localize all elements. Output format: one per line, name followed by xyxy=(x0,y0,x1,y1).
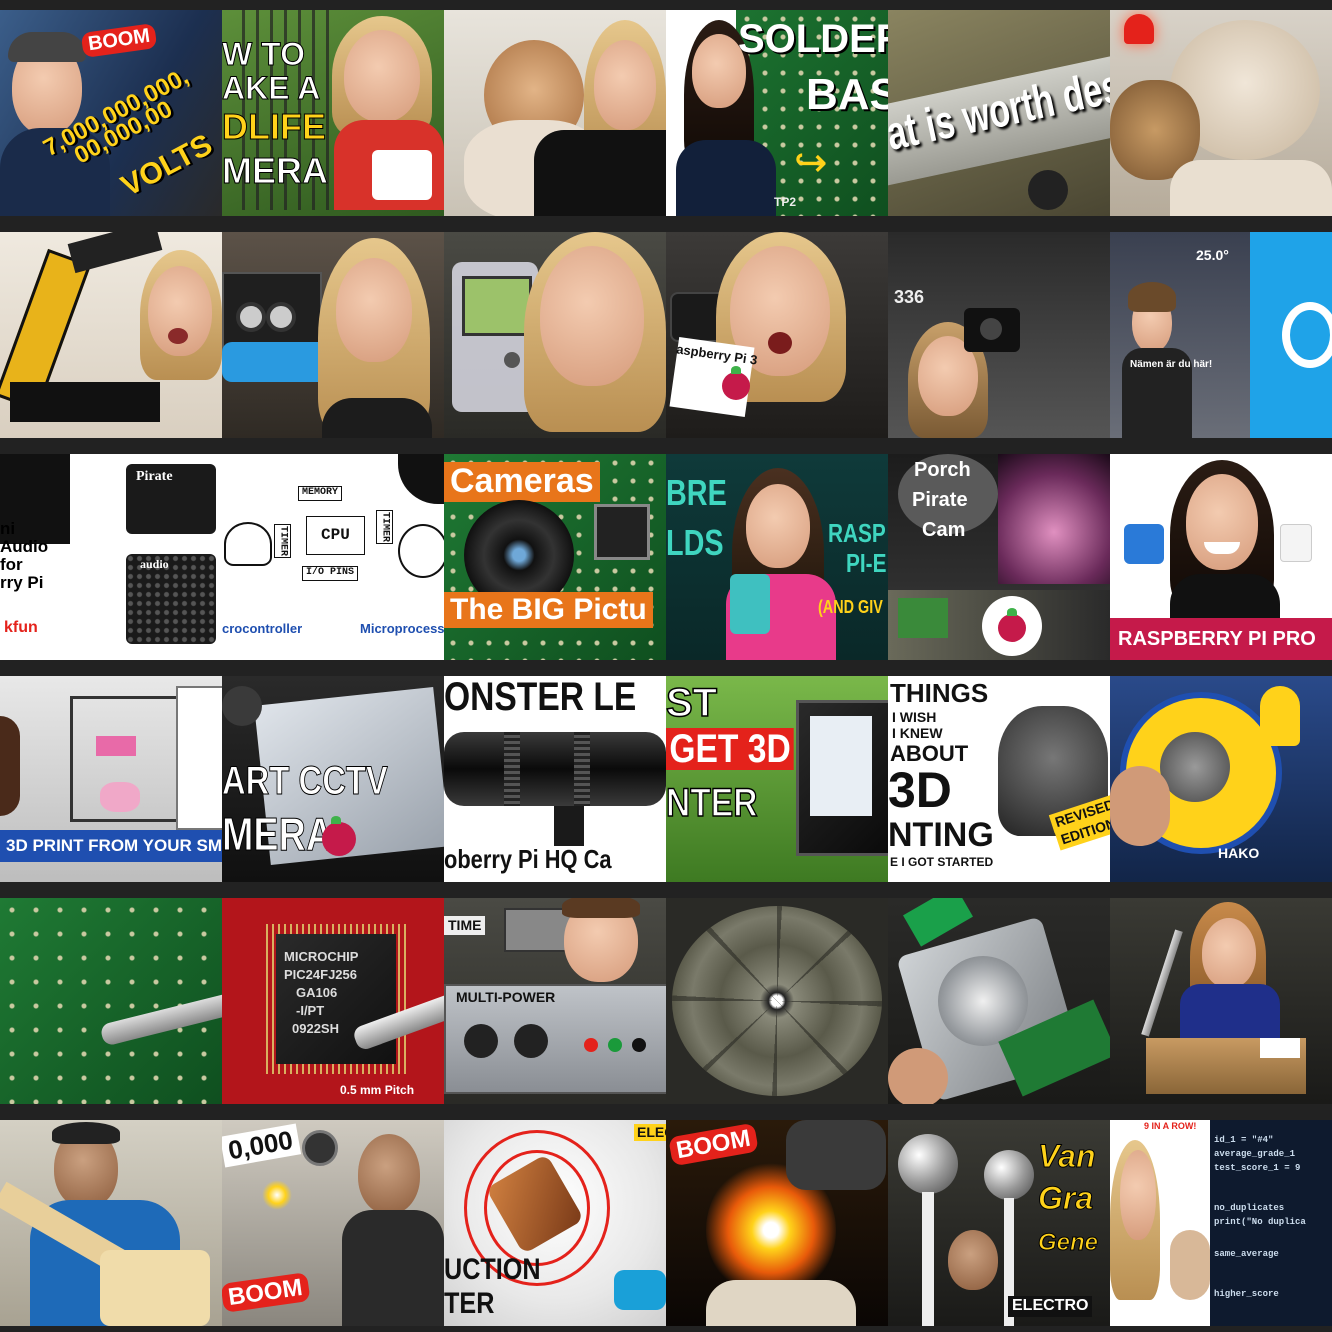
arrow-icon: ↪ xyxy=(794,141,828,185)
raspberry-pi-logo xyxy=(322,816,356,856)
thumbnail-monster-lens[interactable]: ONSTER LE oberry Pi HQ Ca xyxy=(444,666,666,888)
boom-badge: BOOM xyxy=(80,22,158,59)
raspberry-pi-logo xyxy=(722,366,750,400)
thumbnail-desoldering[interactable]: at is worth desolderi xyxy=(888,0,1110,222)
thumbnail-gameboy-pi[interactable] xyxy=(444,222,666,444)
thumbnail-solder-basics[interactable]: SOLDER BAS ↪ TP2 xyxy=(666,0,888,222)
muscle-arm-icon xyxy=(224,522,272,566)
thumbnail-boom-electricity[interactable]: 0,000 BOOM xyxy=(222,1110,444,1332)
thumbnail-volts[interactable]: BOOM 7,000,000,000, 00,000,00 VOLTS xyxy=(0,0,222,222)
thumbnail-python-duplicates-code[interactable]: 9 IN A ROW! id_1 = "#4" average_grade_1 … xyxy=(1110,1110,1332,1332)
thumbnail-cat-woman[interactable] xyxy=(444,0,666,222)
thumbnail-cameras-big-picture[interactable]: Cameras The BIG Pictu xyxy=(444,444,666,666)
thumbnail-pic24-microchip[interactable]: MICROCHIP PIC24FJ256 GA106 -I/PT 0922SH … xyxy=(222,888,444,1110)
thumbnail-boom-flame[interactable]: BOOM xyxy=(666,1110,888,1332)
thumbnail-things-i-wish-i-knew-3d-printing[interactable]: THINGS I WISH I KNEW ABOUT 3D NTING E I … xyxy=(888,666,1110,888)
thumbnail-pirate-audio[interactable]: Pirate audio ni Audio for rry Pi kfun xyxy=(0,444,222,666)
thumbnail-raspberry-pi-3[interactable]: aspberry Pi 3 xyxy=(666,222,888,444)
thumbnail-3d-print-from-smartphone[interactable]: 3D PRINT FROM YOUR SMAR xyxy=(0,666,222,888)
thumbnail-magic-mirror[interactable]: 336 xyxy=(888,222,1110,444)
thumbnail-circular-machine[interactable] xyxy=(666,888,888,1110)
thumbnail-budget-3d-printer[interactable]: ST GET 3D NTER xyxy=(666,666,888,888)
thumbnail-raspberry-pi-projects[interactable]: RASPBERRY PI PRO xyxy=(1110,444,1332,666)
thumbnail-angry-cat[interactable] xyxy=(1110,0,1332,222)
thumbnail-smart-cctv-camera[interactable]: ART CCTV MERA xyxy=(222,666,444,888)
thumbnail-cigar-box-guitar[interactable] xyxy=(0,1110,222,1332)
thumbnail-raspberry-pi-builds[interactable]: BRE LDS RASP PI-E (AND GIV xyxy=(666,444,888,666)
thumbnail-wildlife-camera[interactable]: W TO AKE A DLIFE MERA xyxy=(222,0,444,222)
thumbnail-mbot[interactable] xyxy=(222,222,444,444)
thumbnail-van-de-graaff-generator[interactable]: Van Gra Gene ELECTRO xyxy=(888,1110,1110,1332)
thumbnail-hard-drive-teardown[interactable] xyxy=(888,888,1110,1110)
thumbnail-smart-mirror[interactable]: 25.0° Nämen är du här! xyxy=(1110,222,1332,444)
thumbnail-microcontroller-vs-microprocessor[interactable]: MEMORY CPU TIMER TIMER I/O PINS crocontr… xyxy=(222,444,444,666)
thumbnail-knife-unboxing[interactable] xyxy=(1110,888,1332,1110)
raspberry-pi-logo xyxy=(998,608,1026,642)
thumbnail-induction-heater[interactable]: ELEC UCTION TER xyxy=(444,1110,666,1332)
thumbnail-pcb-soldering[interactable] xyxy=(0,888,222,1110)
thumbnail-porch-pirate-cam[interactable]: Porch Pirate Cam xyxy=(888,444,1110,666)
thumbnail-robot-arm[interactable] xyxy=(0,222,222,444)
brain-icon xyxy=(398,524,444,578)
thumbnail-multi-power-supply[interactable]: TIME MULTI-POWER xyxy=(444,888,666,1110)
thumbnail-grid: BOOM 7,000,000,000, 00,000,00 VOLTS W TO… xyxy=(0,0,1332,1332)
thumbnail-hakko-soldering-station[interactable]: HAKO xyxy=(1110,666,1332,888)
